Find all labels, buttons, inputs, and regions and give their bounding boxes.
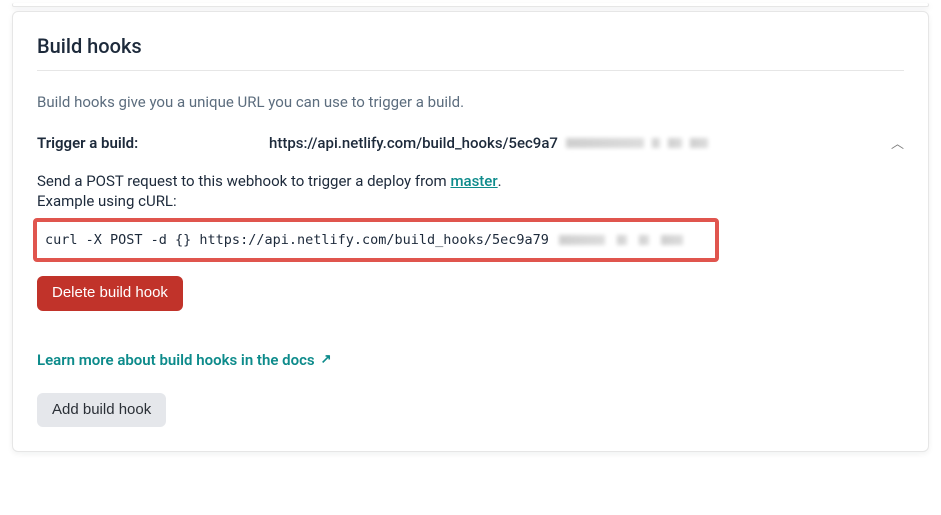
send-suffix: . (498, 172, 502, 190)
trigger-label: Trigger a build: (37, 134, 269, 152)
redacted-segment (690, 138, 708, 148)
redacted-segment (668, 138, 682, 148)
send-prefix: Send a POST request to this webhook to t… (37, 172, 450, 190)
redacted-segment (559, 235, 605, 245)
delete-build-hook-button[interactable]: Delete build hook (37, 276, 183, 311)
previous-card-edge (12, 3, 929, 7)
trigger-url-text: https://api.netlify.com/build_hooks/5ec9… (269, 134, 558, 152)
card-title: Build hooks (37, 34, 904, 71)
redacted-segment (661, 235, 683, 245)
branch-link[interactable]: master (450, 172, 497, 190)
trigger-row: Trigger a build: https://api.netlify.com… (37, 133, 904, 152)
add-build-hook-button[interactable]: Add build hook (37, 393, 166, 428)
curl-highlight-box: curl -X POST -d {} https://api.netlify.c… (33, 218, 719, 262)
curl-command[interactable]: curl -X POST -d {} https://api.netlify.c… (45, 232, 549, 248)
docs-link[interactable]: Learn more about build hooks in the docs… (37, 351, 332, 369)
curl-redacted (559, 235, 683, 245)
redacted-segment (652, 138, 660, 148)
card-description: Build hooks give you a unique URL you ca… (37, 93, 904, 111)
build-hooks-card: Build hooks Build hooks give you a uniqu… (12, 11, 929, 452)
docs-link-text: Learn more about build hooks in the docs (37, 351, 315, 369)
chevron-up-icon[interactable]: ︿ (891, 133, 904, 152)
redacted-segment (639, 235, 649, 245)
example-label: Example using cURL: (37, 192, 904, 210)
send-post-instruction: Send a POST request to this webhook to t… (37, 172, 904, 190)
external-link-icon: ↗ (321, 352, 332, 367)
redacted-segment (566, 138, 644, 148)
trigger-url[interactable]: https://api.netlify.com/build_hooks/5ec9… (269, 134, 708, 152)
redacted-segment (617, 235, 627, 245)
